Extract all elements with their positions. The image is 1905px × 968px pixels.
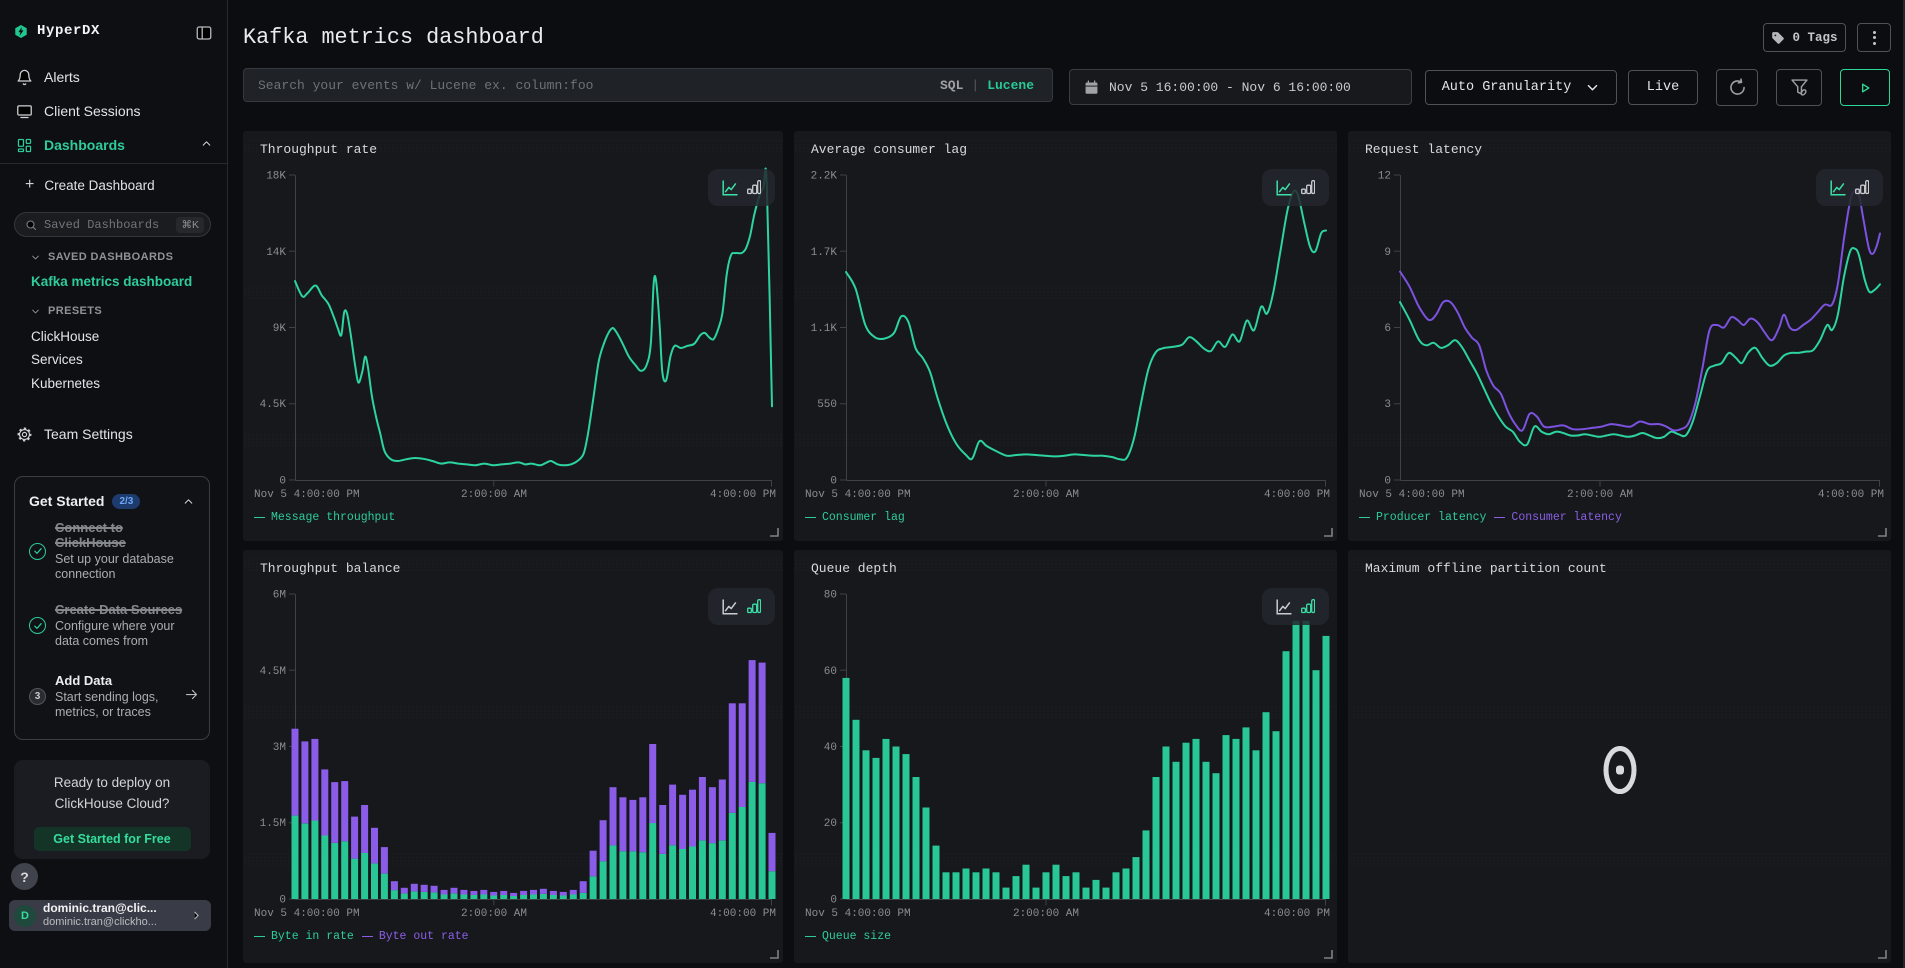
svg-text:1.1K: 1.1K — [811, 323, 838, 335]
svg-text:60: 60 — [824, 666, 837, 678]
svg-text:18K: 18K — [266, 171, 286, 183]
svg-text:2:00:00 AM: 2:00:00 AM — [1013, 908, 1079, 920]
svg-text:80: 80 — [824, 590, 837, 602]
svg-text:0: 0 — [1384, 476, 1391, 488]
svg-text:2:00:00 AM: 2:00:00 AM — [461, 489, 527, 501]
svg-text:3: 3 — [1384, 399, 1391, 411]
svg-text:2:00:00 AM: 2:00:00 AM — [1013, 489, 1079, 501]
svg-text:4:00:00 PM: 4:00:00 PM — [710, 908, 776, 920]
svg-text:Nov 5 4:00:00 PM: Nov 5 4:00:00 PM — [805, 489, 911, 501]
svg-text:20: 20 — [824, 818, 837, 830]
svg-text:40: 40 — [824, 742, 837, 754]
svg-text:Nov 5 4:00:00 PM: Nov 5 4:00:00 PM — [805, 908, 911, 920]
svg-text:Nov 5 4:00:00 PM: Nov 5 4:00:00 PM — [1359, 489, 1465, 501]
svg-text:2:00:00 AM: 2:00:00 AM — [461, 908, 527, 920]
svg-text:4:00:00 PM: 4:00:00 PM — [710, 489, 776, 501]
svg-text:4:00:00 PM: 4:00:00 PM — [1818, 489, 1884, 501]
svg-text:2:00:00 AM: 2:00:00 AM — [1567, 489, 1633, 501]
svg-text:6M: 6M — [273, 590, 286, 602]
svg-text:Nov 5 4:00:00 PM: Nov 5 4:00:00 PM — [254, 489, 360, 501]
svg-text:1.7K: 1.7K — [811, 247, 838, 259]
svg-text:4.5M: 4.5M — [260, 666, 286, 678]
svg-text:0: 0 — [830, 895, 837, 907]
svg-text:Nov 5 4:00:00 PM: Nov 5 4:00:00 PM — [254, 908, 360, 920]
svg-text:14K: 14K — [266, 247, 286, 259]
svg-text:9: 9 — [1384, 247, 1391, 259]
svg-text:6: 6 — [1384, 323, 1391, 335]
svg-text:2.2K: 2.2K — [811, 171, 838, 183]
svg-text:1.5M: 1.5M — [260, 818, 286, 830]
svg-text:9K: 9K — [273, 323, 287, 335]
svg-text:0: 0 — [279, 476, 286, 488]
svg-text:4:00:00 PM: 4:00:00 PM — [1264, 908, 1330, 920]
svg-text:4.5K: 4.5K — [260, 399, 287, 411]
svg-text:550: 550 — [817, 399, 837, 411]
svg-text:3M: 3M — [273, 742, 286, 754]
svg-text:0: 0 — [830, 476, 837, 488]
svg-text:4:00:00 PM: 4:00:00 PM — [1264, 489, 1330, 501]
svg-text:0: 0 — [279, 895, 286, 907]
svg-text:12: 12 — [1378, 171, 1391, 183]
